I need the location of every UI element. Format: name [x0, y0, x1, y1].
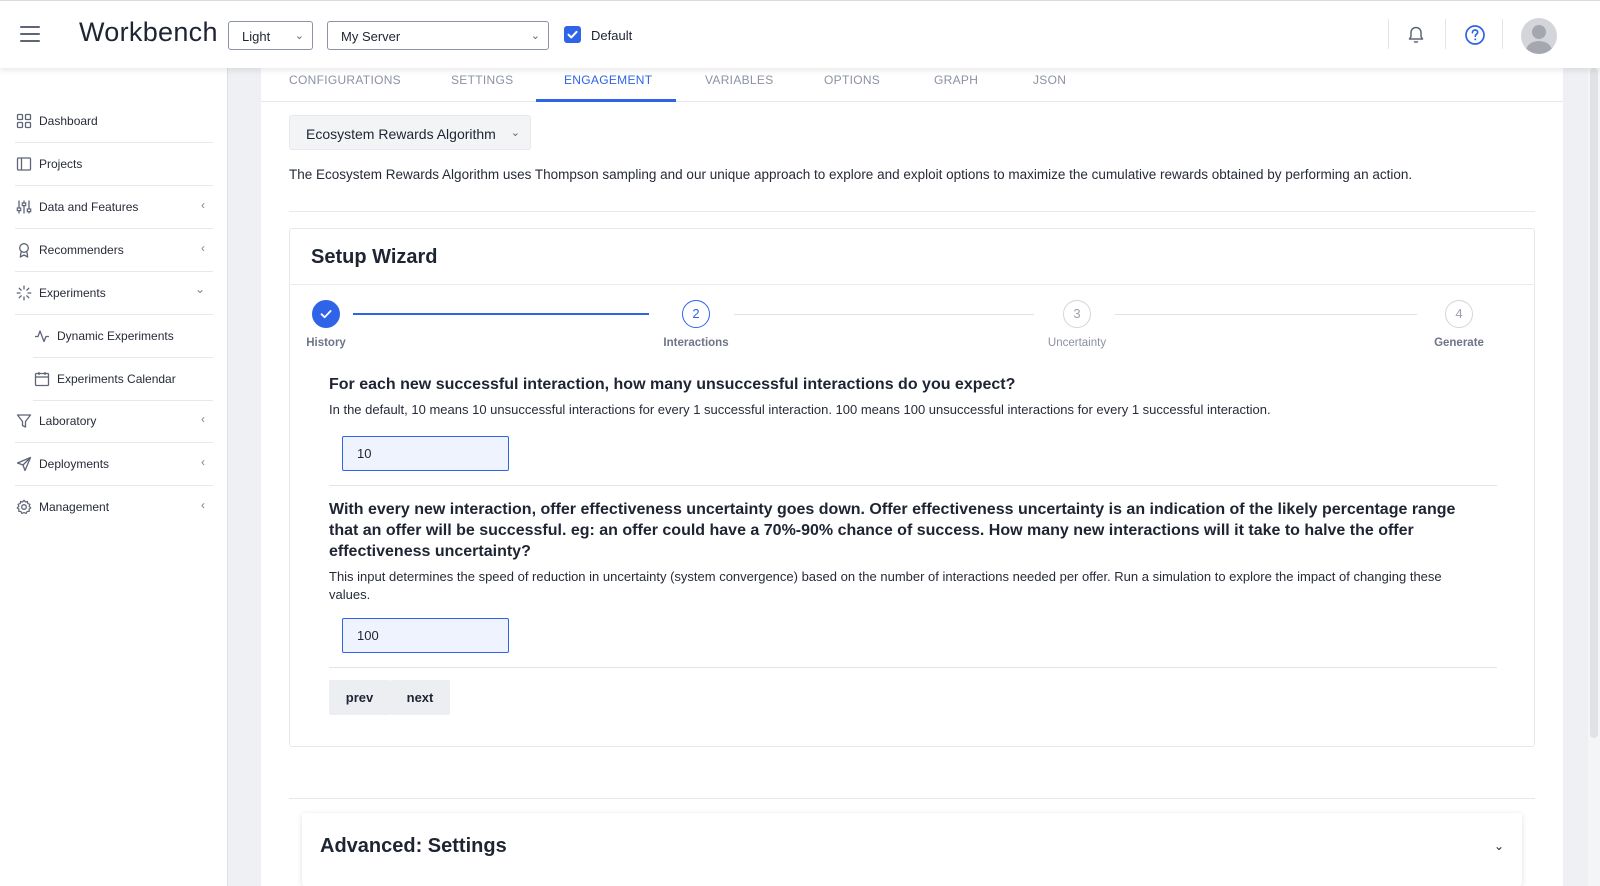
halving-interactions-input[interactable] [342, 618, 509, 653]
divider [329, 485, 1497, 486]
divider [329, 667, 1497, 668]
next-button[interactable]: next [390, 680, 450, 715]
gear-icon [16, 499, 32, 515]
calendar-icon [34, 371, 50, 387]
chevron-left-icon: ‹ [201, 455, 205, 469]
step-4[interactable]: 4 [1445, 300, 1473, 328]
tab-settings[interactable]: SETTINGS [451, 73, 513, 87]
sidebar-item-experiments[interactable]: Experiments ⌄ [15, 272, 213, 315]
sidebar-item-label: Recommenders [39, 243, 124, 257]
algorithm-description: The Ecosystem Rewards Algorithm uses Tho… [289, 167, 1413, 182]
sidebar-item-data-and-features[interactable]: Data and Features ‹ [15, 186, 213, 229]
question-help: This input determines the speed of reduc… [329, 569, 1442, 602]
award-icon [16, 242, 32, 258]
algorithm-select[interactable]: Ecosystem Rewards Algorithm ⌄ [289, 115, 531, 150]
advanced-settings-title: Advanced: Settings [320, 835, 507, 857]
advanced-settings-panel[interactable]: Advanced: Settings ⌄ [302, 813, 1522, 886]
sidebar-item-management[interactable]: Management ‹ [15, 486, 213, 529]
setup-wizard: Setup Wizard 2 3 4 History Interactions … [289, 228, 1535, 747]
sliders-icon [16, 199, 32, 215]
tab-configurations[interactable]: CONFIGURATIONS [289, 73, 401, 87]
chevron-left-icon: ‹ [201, 241, 205, 255]
sidebar-item-label: Laboratory [39, 414, 97, 428]
step-2[interactable]: 2 [682, 300, 710, 328]
algorithm-select-value: Ecosystem Rewards Algorithm [306, 126, 496, 142]
filter-icon [16, 413, 32, 429]
chevron-down-icon: ⌄ [510, 127, 520, 139]
sidebar-item-label: Deployments [39, 457, 110, 471]
step-1-complete[interactable] [312, 300, 340, 328]
sidebar-item-experiments-calendar[interactable]: Experiments Calendar [33, 358, 213, 401]
step-connector [353, 313, 649, 315]
chevron-down-icon: ⌄ [294, 30, 304, 42]
chevron-left-icon: ‹ [201, 412, 205, 426]
sidebar-item-label: Experiments [39, 286, 106, 300]
tab-bar: CONFIGURATIONS SETTINGS ENGAGEMENT VARIA… [261, 68, 1563, 102]
theme-select[interactable]: Light ⌄ [228, 21, 313, 50]
divider [289, 211, 1535, 212]
step-label: Uncertainty [1047, 337, 1107, 349]
menu-icon[interactable] [20, 26, 40, 42]
sidebar-item-deployments[interactable]: Deployments ‹ [15, 443, 213, 486]
sidebar-item-label: Data and Features [39, 200, 139, 214]
sidebar-item-dashboard[interactable]: Dashboard [15, 100, 213, 143]
help-icon[interactable] [1464, 24, 1486, 51]
book-icon [16, 156, 32, 172]
tab-options[interactable]: OPTIONS [824, 73, 880, 87]
sidebar-item-recommenders[interactable]: Recommenders ‹ [15, 229, 213, 272]
step-3[interactable]: 3 [1063, 300, 1091, 328]
server-select[interactable]: My Server ⌄ [327, 21, 549, 50]
step-connector [734, 314, 1034, 315]
tab-engagement[interactable]: ENGAGEMENT [564, 73, 652, 87]
sidebar-item-laboratory[interactable]: Laboratory ‹ [15, 400, 213, 443]
question-title: For each new successful interaction, how… [329, 376, 1016, 393]
chevron-down-icon[interactable]: ⌄ [1494, 839, 1504, 853]
chevron-down-icon: ⌄ [194, 282, 205, 296]
activity-icon [34, 328, 50, 344]
app-title: Workbench [79, 17, 218, 47]
top-bar: Workbench Light ⌄ My Server ⌄ Default [0, 0, 1600, 68]
prev-button[interactable]: prev [329, 680, 390, 715]
step-connector [1115, 314, 1417, 315]
chevron-left-icon: ‹ [201, 498, 205, 512]
unsuccessful-interactions-input[interactable] [342, 436, 509, 471]
sidebar-item-label: Dashboard [39, 114, 98, 128]
scrollbar-thumb[interactable] [1590, 68, 1598, 738]
question-help: In the default, 10 means 10 unsuccessful… [329, 402, 1271, 417]
divider [1502, 19, 1503, 49]
grid-icon [16, 113, 32, 129]
divider [289, 798, 1535, 799]
active-tab-indicator [536, 99, 676, 102]
question-title: With every new interaction, offer effect… [329, 501, 1456, 560]
theme-select-value: Light [242, 29, 271, 44]
tab-json[interactable]: JSON [1033, 73, 1066, 87]
step-label: History [306, 337, 346, 349]
tab-variables[interactable]: VARIABLES [705, 73, 774, 87]
sidebar-item-label: Projects [39, 157, 83, 171]
sidebar: Dashboard Projects Data and Features ‹ R… [0, 68, 228, 886]
divider [1388, 19, 1389, 49]
chevron-left-icon: ‹ [201, 198, 205, 212]
default-checkbox-label: Default [591, 28, 633, 43]
sidebar-item-dynamic-experiments[interactable]: Dynamic Experiments [33, 315, 213, 358]
step-label: Generate [1434, 337, 1484, 349]
server-select-value: My Server [341, 29, 401, 44]
step-label: Interactions [663, 337, 729, 349]
default-checkbox[interactable] [564, 26, 581, 43]
sidebar-item-label: Management [39, 500, 110, 514]
main-panel: CONFIGURATIONS SETTINGS ENGAGEMENT VARIA… [261, 68, 1563, 886]
wizard-title: Setup Wizard [311, 246, 438, 268]
check-icon [313, 310, 339, 330]
chevron-down-icon: ⌄ [530, 30, 540, 42]
sidebar-item-label: Dynamic Experiments [57, 329, 174, 343]
divider [290, 284, 1534, 285]
divider [1445, 19, 1446, 49]
bell-icon[interactable] [1406, 25, 1426, 50]
sidebar-item-label: Experiments Calendar [57, 372, 176, 386]
avatar[interactable] [1521, 18, 1557, 54]
loader-icon [16, 285, 32, 301]
tab-graph[interactable]: GRAPH [934, 73, 978, 87]
sidebar-item-projects[interactable]: Projects [15, 143, 213, 186]
send-icon [16, 456, 32, 472]
